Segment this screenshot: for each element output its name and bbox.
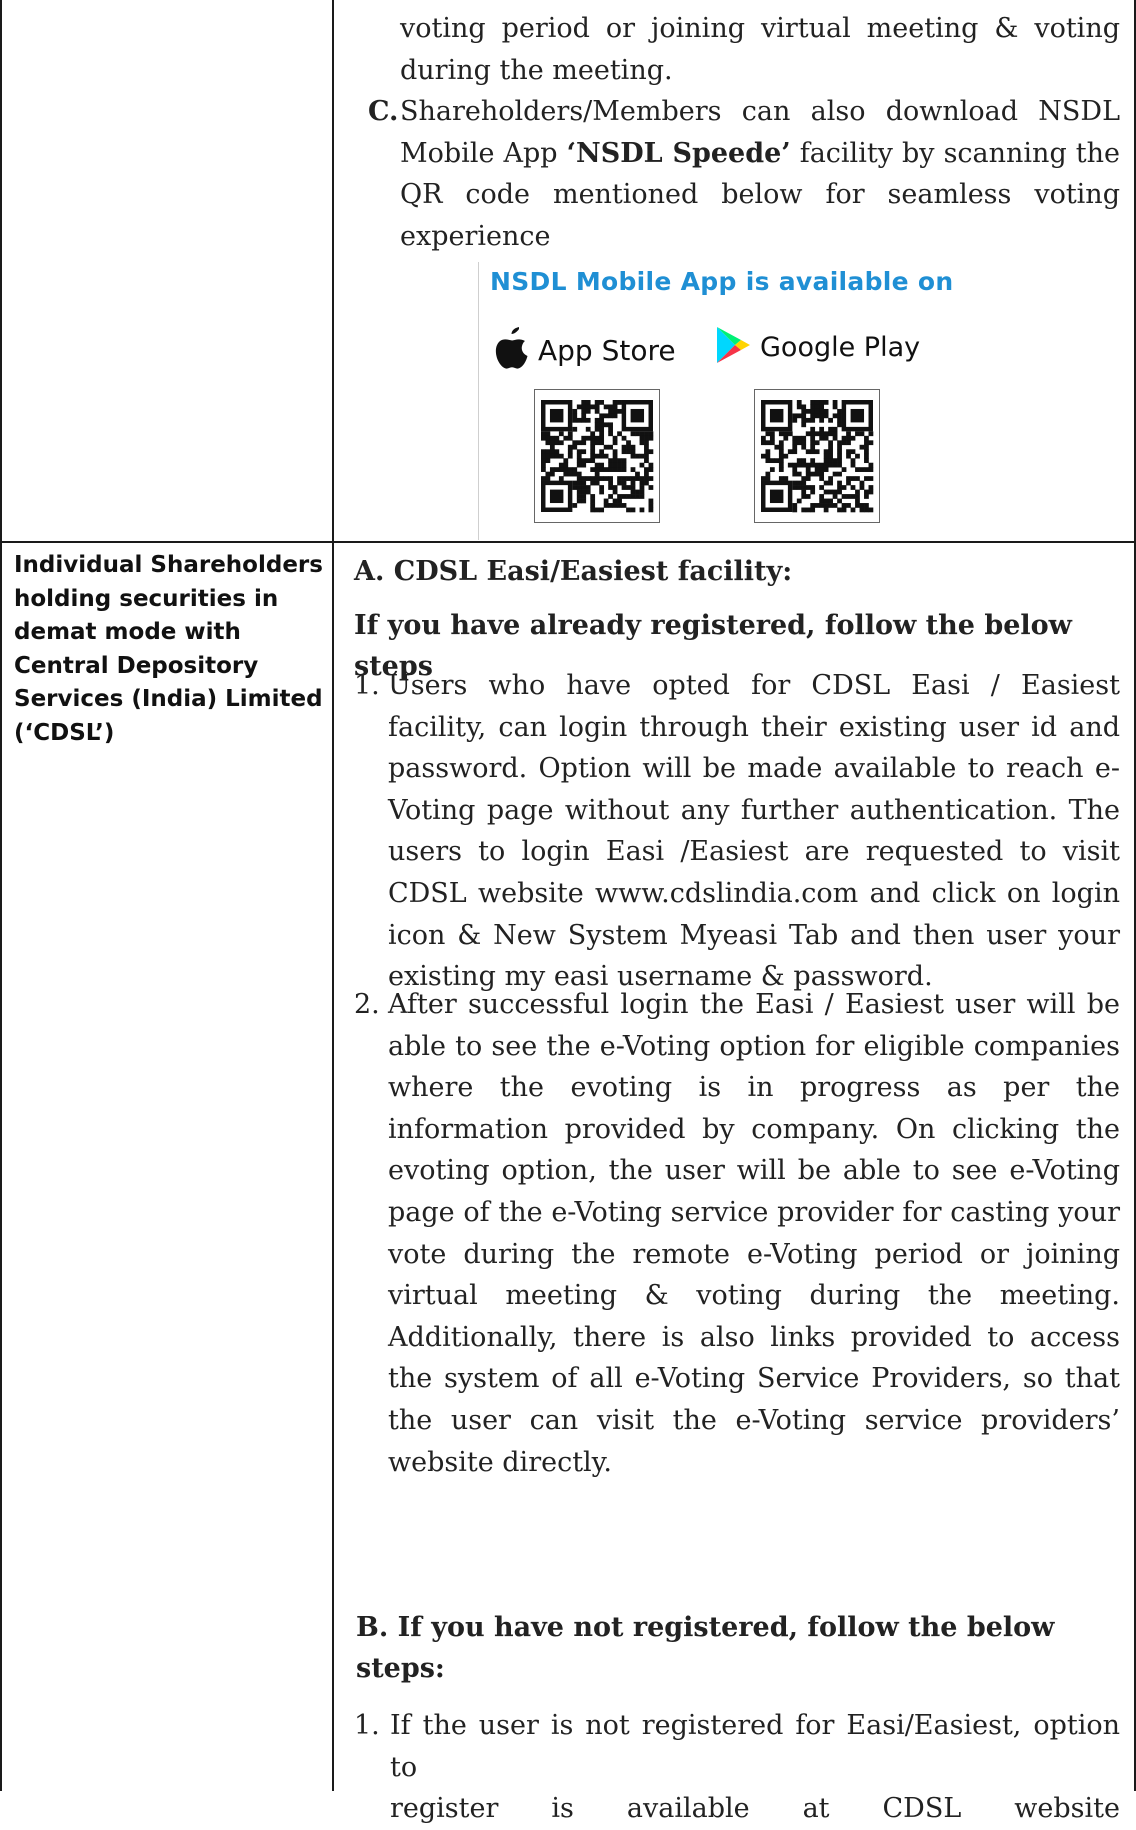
continued-text: voting period or joining virtual meeting… (400, 13, 1120, 86)
word: at (802, 1793, 830, 1825)
b-step-1-line-2: register is available at CDSL website (390, 1788, 1120, 1830)
item-c-marker: C. (368, 96, 399, 127)
app-store-badge[interactable]: App Store (492, 325, 676, 375)
google-play-icon (714, 325, 752, 369)
document-page: voting period or joining virtual meeting… (0, 0, 1136, 1824)
heading-cdsl-easi: A. CDSL Easi/Easiest facility: (354, 556, 793, 587)
qr-code-app-store (534, 389, 660, 523)
word: register (390, 1793, 499, 1825)
table-left-border (0, 0, 2, 1791)
word: CDSL (882, 1793, 962, 1825)
app-availability-title: NSDL Mobile App is available on (490, 267, 954, 296)
step-2: 2. After successful login the Easi / Eas… (354, 984, 1120, 1483)
apple-icon (492, 326, 532, 374)
b-step-1: 1. If the user is not registered for Eas… (354, 1705, 1120, 1830)
row-label-cdsl: Individual Shareholders holding securiti… (14, 552, 323, 746)
word: is (551, 1793, 574, 1825)
item-c-paragraph: C. Shareholders/Members can also downloa… (368, 91, 1120, 257)
step-1: 1. Users who have opted for CDSL Easi / … (354, 665, 1120, 998)
google-play-label: Google Play (760, 331, 921, 363)
google-play-badge[interactable]: Google Play (714, 322, 920, 372)
word: available (626, 1793, 750, 1825)
b-step-1-marker: 1. (354, 1710, 380, 1741)
table-column-divider (332, 0, 334, 1791)
app-name: ‘NSDL Speede’ (566, 137, 791, 169)
table-row-divider (0, 541, 1136, 543)
step-2-marker: 2. (354, 989, 380, 1020)
app-store-label: App Store (538, 333, 676, 367)
heading-not-registered: B. If you have not registered, follow th… (356, 1612, 1055, 1684)
app-box-divider (478, 262, 479, 540)
step-1-marker: 1. (354, 670, 380, 701)
word: website (1014, 1793, 1120, 1825)
qr-code-google-play (754, 389, 880, 523)
